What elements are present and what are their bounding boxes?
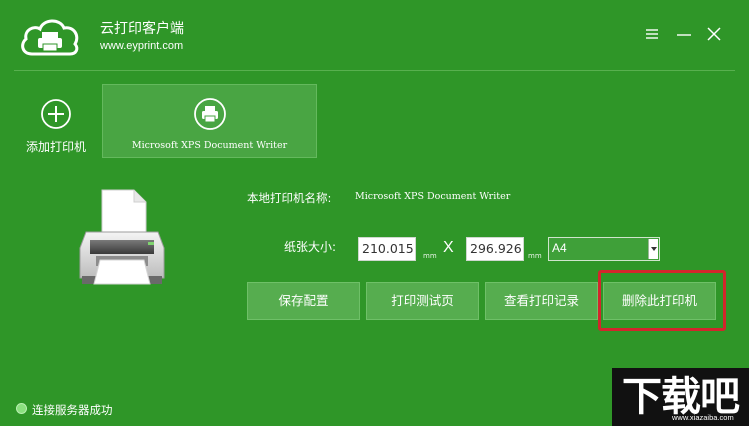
printer-name-label: 本地打印机名称:	[247, 191, 332, 205]
paper-size-label: 纸张大小:	[284, 240, 337, 254]
printer-illustration-icon	[79, 189, 165, 285]
add-printer-label: 添加打印机	[25, 140, 86, 154]
cloud-printer-icon	[21, 19, 79, 56]
app-url: www.eyprint.com	[100, 40, 184, 52]
print-test-page-button[interactable]: 打印测试页	[366, 282, 479, 320]
printer-tab-label: Microsoft XPS Document Writer	[131, 140, 288, 151]
minimize-icon[interactable]	[676, 26, 692, 42]
close-icon[interactable]	[706, 26, 722, 42]
printer-name-value: Microsoft XPS Document Writer	[355, 191, 511, 202]
view-print-log-button[interactable]: 查看打印记录	[485, 282, 598, 320]
printer-icon	[194, 98, 226, 130]
chevron-down-icon[interactable]	[648, 239, 658, 259]
add-printer-button[interactable]: 添加打印机	[20, 98, 92, 158]
status-text: 连接服务器成功	[32, 403, 113, 417]
height-unit: mm	[528, 252, 542, 260]
paper-size-selected: A4	[552, 241, 567, 255]
width-unit: mm	[423, 252, 437, 260]
paper-height-input[interactable]: 296.926	[466, 237, 524, 261]
delete-printer-button[interactable]: 删除此打印机	[603, 282, 716, 320]
header-divider	[14, 70, 735, 71]
save-config-button[interactable]: 保存配置	[247, 282, 360, 320]
paper-size-select[interactable]: A4	[548, 237, 660, 261]
times-symbol: X	[443, 239, 454, 256]
watermark-url: www.xiazaiba.com	[672, 413, 734, 422]
status-dot-icon	[16, 403, 27, 414]
paper-width-input[interactable]: 210.015	[358, 237, 416, 261]
printer-tab-xps[interactable]: Microsoft XPS Document Writer	[102, 84, 317, 158]
app-window: 云打印客户端 www.eyprint.com 添加打印机 Microsoft X…	[0, 0, 749, 426]
plus-circle-icon	[41, 99, 71, 129]
menu-icon[interactable]	[644, 26, 660, 42]
app-title: 云打印客户端	[100, 21, 184, 37]
